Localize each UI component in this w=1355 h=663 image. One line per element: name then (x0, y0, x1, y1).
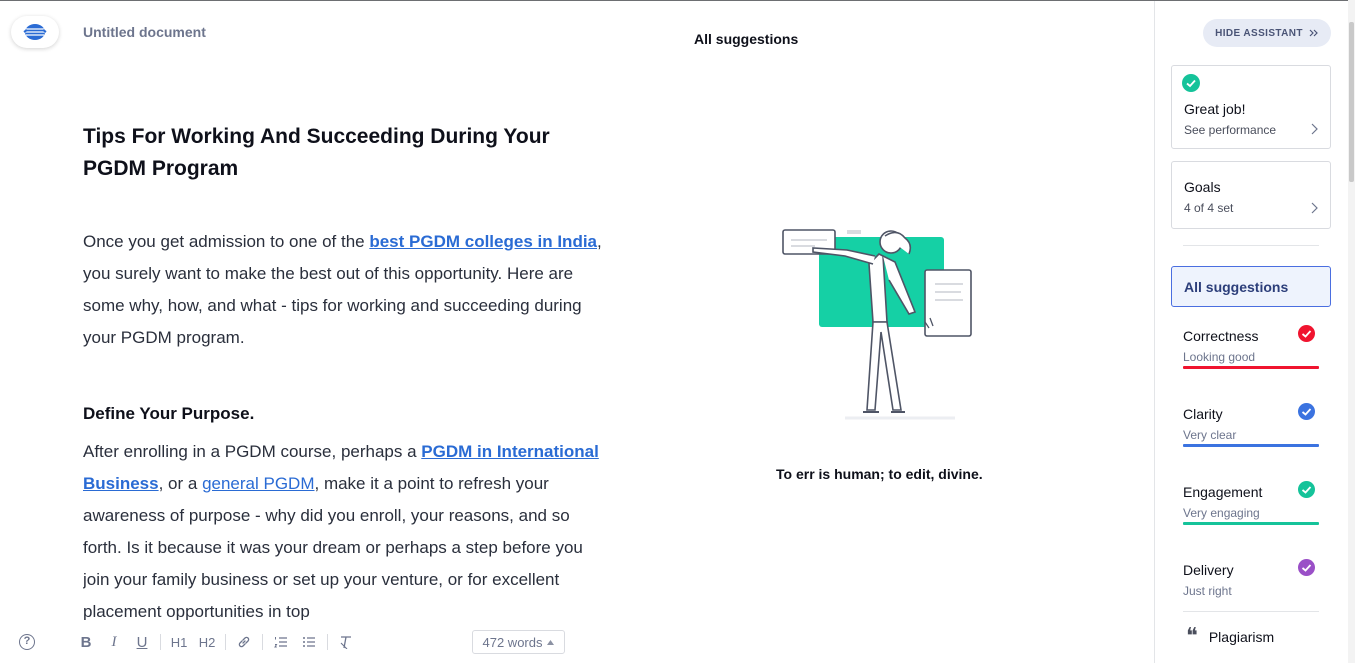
category-status: Very engaging (1183, 506, 1260, 520)
category-name: Correctness (1183, 328, 1259, 344)
help-icon[interactable]: ? (19, 634, 35, 650)
bold-button[interactable]: B (72, 630, 100, 654)
chevron-right-icon (1311, 202, 1318, 214)
caret-up-icon (547, 639, 555, 645)
document-title[interactable]: Untitled document (83, 24, 206, 40)
clear-format-icon (340, 636, 351, 649)
heading2-button[interactable]: H2 (193, 630, 221, 654)
category-name: Clarity (1183, 406, 1223, 422)
ordered-list-icon (274, 637, 287, 648)
panel-divider (1183, 245, 1319, 246)
hide-assistant-label: HIDE ASSISTANT (1215, 27, 1303, 39)
category-status: Very clear (1183, 428, 1237, 442)
category-status: Just right (1183, 584, 1232, 598)
category-name: Engagement (1183, 484, 1263, 500)
paragraph-text: After enrolling in a PGDM course, perhap… (83, 442, 422, 461)
category-delivery[interactable]: Delivery Just right (1183, 559, 1319, 612)
illustration-caption: To err is human; to edit, divine. (776, 466, 983, 482)
bullet-list-button[interactable] (295, 630, 323, 654)
clear-format-button[interactable] (332, 630, 360, 654)
paragraph-text: , make it a point to refresh your awaren… (83, 474, 583, 620)
goals-value: 4 of 4 set (1184, 201, 1234, 215)
chevron-right-icon (1311, 123, 1318, 135)
panel-divider (1183, 611, 1319, 612)
toolbar-separator (327, 634, 328, 650)
toolbar-separator (160, 634, 161, 650)
category-engagement[interactable]: Engagement Very engaging (1183, 481, 1319, 534)
performance-title: Great job! (1184, 101, 1246, 117)
ordered-list-button[interactable] (267, 630, 295, 654)
paragraph-text: , or a (158, 474, 203, 493)
toolbar-separator (225, 634, 226, 650)
formatting-toolbar: B I U H1 H2 (72, 630, 360, 654)
suggestions-heading: All suggestions (694, 31, 799, 47)
grammarly-logo-icon (23, 24, 47, 40)
category-name: Delivery (1183, 562, 1234, 578)
category-status: Looking good (1183, 350, 1256, 364)
quote-icon: ❝ (1186, 624, 1198, 649)
link-best-pgdm-colleges[interactable]: best PGDM colleges in India (369, 232, 597, 251)
link-general-pgdm[interactable]: general PGDM (202, 474, 314, 493)
link-button[interactable] (230, 630, 258, 654)
bullet-list-icon (303, 637, 315, 647)
hide-assistant-button[interactable]: HIDE ASSISTANT (1203, 19, 1331, 47)
top-border (0, 0, 1355, 1)
section-heading: Define Your Purpose. (83, 404, 255, 423)
category-bar (1183, 522, 1319, 525)
grammarly-logo-button[interactable] (11, 16, 59, 48)
word-count-label: 472 words (482, 634, 543, 650)
italic-button[interactable]: I (100, 630, 128, 654)
check-circle-icon (1298, 403, 1315, 420)
document-heading: Tips For Working And Succeeding During Y… (83, 125, 550, 180)
heading1-button[interactable]: H1 (165, 630, 193, 654)
goals-card[interactable]: Goals 4 of 4 set (1171, 161, 1331, 229)
check-circle-icon (1298, 481, 1315, 498)
category-bar (1183, 444, 1319, 447)
toolbar-separator (262, 634, 263, 650)
performance-card[interactable]: Great job! See performance (1171, 65, 1331, 149)
category-bar (1183, 366, 1319, 369)
paragraph-intro: Once you get admission to one of the bes… (83, 226, 613, 354)
plagiarism-button[interactable]: ❝ Plagiarism (1186, 624, 1275, 649)
all-suggestions-tab[interactable]: All suggestions (1171, 266, 1331, 307)
underline-button[interactable]: U (128, 630, 156, 654)
goals-title: Goals (1184, 179, 1221, 195)
double-chevron-right-icon (1309, 29, 1318, 37)
document-editor[interactable]: Tips For Working And Succeeding During Y… (83, 120, 613, 620)
editing-illustration (782, 229, 972, 420)
check-circle-icon (1298, 325, 1315, 342)
paragraph-text: Once you get admission to one of the (83, 232, 370, 251)
scrollbar-thumb[interactable] (1349, 22, 1354, 182)
category-correctness[interactable]: Correctness Looking good (1183, 325, 1319, 378)
category-clarity[interactable]: Clarity Very clear (1183, 403, 1319, 456)
link-icon (238, 636, 250, 648)
plagiarism-label: Plagiarism (1208, 629, 1275, 645)
check-circle-icon (1298, 559, 1315, 576)
see-performance-link[interactable]: See performance (1184, 123, 1276, 137)
word-count-button[interactable]: 472 words (472, 630, 565, 654)
check-circle-icon (1182, 74, 1200, 92)
paragraph-purpose: After enrolling in a PGDM course, perhap… (83, 436, 613, 620)
